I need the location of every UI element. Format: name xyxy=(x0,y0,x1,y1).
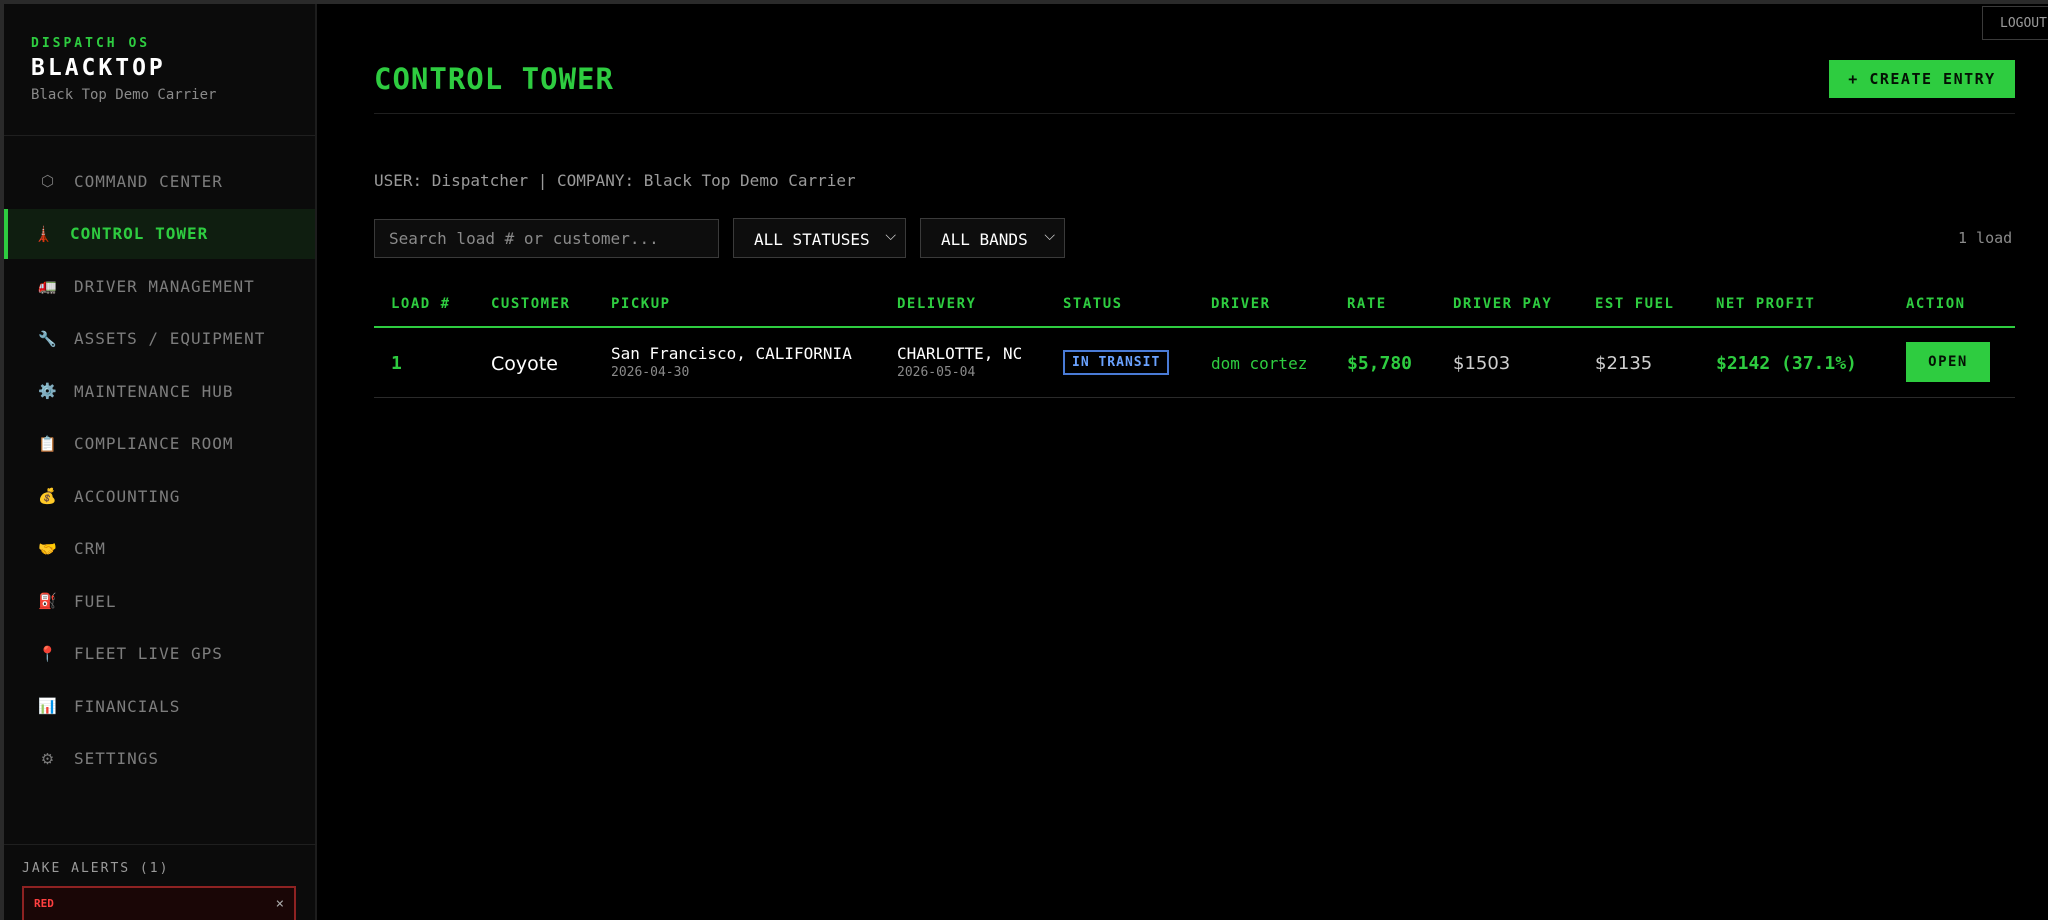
delivery-cell: CHARLOTTE, NC 2026-05-04 xyxy=(897,344,1022,380)
sidebar-item-label: FINANCIALS xyxy=(74,696,181,716)
sidebar-item-label: CONTROL TOWER xyxy=(70,224,209,243)
sidebar-item-label: DRIVER MANAGEMENT xyxy=(74,276,255,296)
brand-name: BLACKTOP xyxy=(31,55,166,81)
delivery-date: 2026-05-04 xyxy=(897,365,976,380)
money-bag-icon: 💰 xyxy=(38,487,58,505)
sidebar-item-maintenance-hub[interactable]: ⚙️ MAINTENANCE HUB xyxy=(4,366,315,416)
sidebar-item-driver-management[interactable]: 🚛 DRIVER MANAGEMENT xyxy=(4,261,315,311)
user-company-context: USER: Dispatcher | COMPANY: Black Top De… xyxy=(374,171,856,190)
sidebar-item-assets-equipment[interactable]: 🔧 ASSETS / EQUIPMENT xyxy=(4,314,315,364)
sidebar-item-settings[interactable]: ⚙ SETTINGS xyxy=(4,734,315,784)
rate-value: $5,780 xyxy=(1347,353,1413,374)
sidebar-item-accounting[interactable]: 💰 ACCOUNTING xyxy=(4,471,315,521)
column-header-driver[interactable]: DRIVER xyxy=(1211,296,1271,312)
brand-block: DISPATCH OS BLACKTOP Black Top Demo Carr… xyxy=(4,4,315,136)
status-filter-select[interactable]: ALL STATUSES ⌵ xyxy=(733,218,906,258)
sidebar-item-label: COMPLIANCE ROOM xyxy=(74,434,234,453)
sidebar-item-label: CRM xyxy=(74,539,106,558)
brand-kicker: DISPATCH OS xyxy=(31,36,151,51)
sidebar-item-fuel[interactable]: ⛽ FUEL xyxy=(4,576,315,626)
pickup-date: 2026-04-30 xyxy=(611,365,690,380)
table-row[interactable]: 1 Coyote San Francisco, CALIFORNIA 2026-… xyxy=(374,328,2015,398)
net-profit-value: $2142 (37.1%) xyxy=(1716,353,1857,374)
clipboard-icon: 📋 xyxy=(38,434,58,453)
load-count: 1 load xyxy=(1958,229,2013,247)
load-number[interactable]: 1 xyxy=(391,353,402,374)
column-header-customer[interactable]: CUSTOMER xyxy=(491,296,570,312)
handshake-icon: 🤝 xyxy=(38,539,58,558)
sidebar-item-compliance-room[interactable]: 📋 COMPLIANCE ROOM xyxy=(4,419,315,469)
sidebar-item-label: FLEET LIVE GPS xyxy=(74,644,223,663)
chevron-down-icon: ⌵ xyxy=(885,228,896,244)
header-divider xyxy=(374,113,2015,114)
truck-icon: 🚛 xyxy=(38,277,58,295)
column-header-delivery[interactable]: DELIVERY xyxy=(897,296,976,312)
wrench-icon: 🔧 xyxy=(38,329,58,348)
bands-filter-select[interactable]: ALL BANDS ⌵ xyxy=(920,218,1065,258)
delivery-location: CHARLOTTE, NC xyxy=(897,344,1023,363)
sidebar-item-label: ACCOUNTING xyxy=(74,486,181,506)
pickup-cell: San Francisco, CALIFORNIA 2026-04-30 xyxy=(611,344,852,380)
sidebar-item-label: FUEL xyxy=(74,591,117,611)
driver-pay-value: $1503 xyxy=(1453,353,1511,374)
column-header-net-profit[interactable]: NET PROFIT xyxy=(1716,296,1815,312)
alert-card[interactable]: RED × xyxy=(22,886,296,920)
status-filter-value: ALL STATUSES xyxy=(754,230,870,249)
gear-icon: ⚙️ xyxy=(38,382,58,400)
sidebar-item-command-center[interactable]: ⬡ COMMAND CENTER xyxy=(4,156,315,206)
create-entry-button[interactable]: + CREATE ENTRY xyxy=(1829,60,2015,98)
sidebar-item-crm[interactable]: 🤝 CRM xyxy=(4,524,315,574)
sidebar-item-label: MAINTENANCE HUB xyxy=(74,381,234,401)
est-fuel-value: $2135 xyxy=(1595,353,1653,374)
sidebar-item-fleet-live-gps[interactable]: 📍 FLEET LIVE GPS xyxy=(4,629,315,679)
search-input[interactable] xyxy=(374,219,719,258)
settings-icon: ⚙ xyxy=(40,749,56,768)
column-header-action: ACTION xyxy=(1906,296,1966,312)
status-badge: IN TRANSIT xyxy=(1063,350,1170,375)
chevron-down-icon: ⌵ xyxy=(1044,228,1055,244)
sidebar-nav: ⬡ COMMAND CENTER 🗼 CONTROL TOWER 🚛 DRIVE… xyxy=(4,156,315,784)
page-title: CONTROL TOWER xyxy=(374,62,614,96)
alerts-title: JAKE ALERTS (1) xyxy=(22,861,170,876)
hexagon-icon: ⬡ xyxy=(40,172,56,190)
column-header-driver-pay[interactable]: DRIVER PAY xyxy=(1453,296,1552,312)
column-header-load[interactable]: LOAD # xyxy=(391,296,451,312)
sidebar-item-financials[interactable]: 📊 FINANCIALS xyxy=(4,681,315,731)
customer-name: Coyote xyxy=(491,353,558,375)
column-header-est-fuel[interactable]: EST FUEL xyxy=(1595,296,1674,312)
table-header: LOAD # CUSTOMER PICKUP DELIVERY STATUS D… xyxy=(374,290,2015,328)
sidebar-item-label: SETTINGS xyxy=(74,749,160,768)
fuel-pump-icon: ⛽ xyxy=(38,592,58,610)
sidebar-item-label: COMMAND CENTER xyxy=(74,171,223,191)
brand-company: Black Top Demo Carrier xyxy=(31,87,217,103)
sidebar-item-label: ASSETS / EQUIPMENT xyxy=(74,329,266,348)
alerts-panel: JAKE ALERTS (1) RED × xyxy=(4,844,317,920)
tower-icon: 🗼 xyxy=(34,224,54,243)
column-header-pickup[interactable]: PICKUP xyxy=(611,296,671,312)
sidebar-item-control-tower[interactable]: 🗼 CONTROL TOWER xyxy=(4,208,315,259)
map-pin-icon: 📍 xyxy=(38,644,58,663)
column-header-status[interactable]: STATUS xyxy=(1063,296,1123,312)
sidebar: DISPATCH OS BLACKTOP Black Top Demo Carr… xyxy=(4,4,317,920)
bands-filter-value: ALL BANDS xyxy=(941,230,1028,249)
alert-level: RED xyxy=(34,897,54,910)
close-icon[interactable]: × xyxy=(276,896,284,912)
driver-name[interactable]: dom cortez xyxy=(1211,354,1307,373)
bar-chart-icon: 📊 xyxy=(38,697,58,715)
open-load-button[interactable]: OPEN xyxy=(1906,342,1990,382)
column-header-rate[interactable]: RATE xyxy=(1347,296,1387,312)
logout-button[interactable]: LOGOUT xyxy=(1982,6,2048,40)
pickup-location: San Francisco, CALIFORNIA xyxy=(611,344,852,363)
